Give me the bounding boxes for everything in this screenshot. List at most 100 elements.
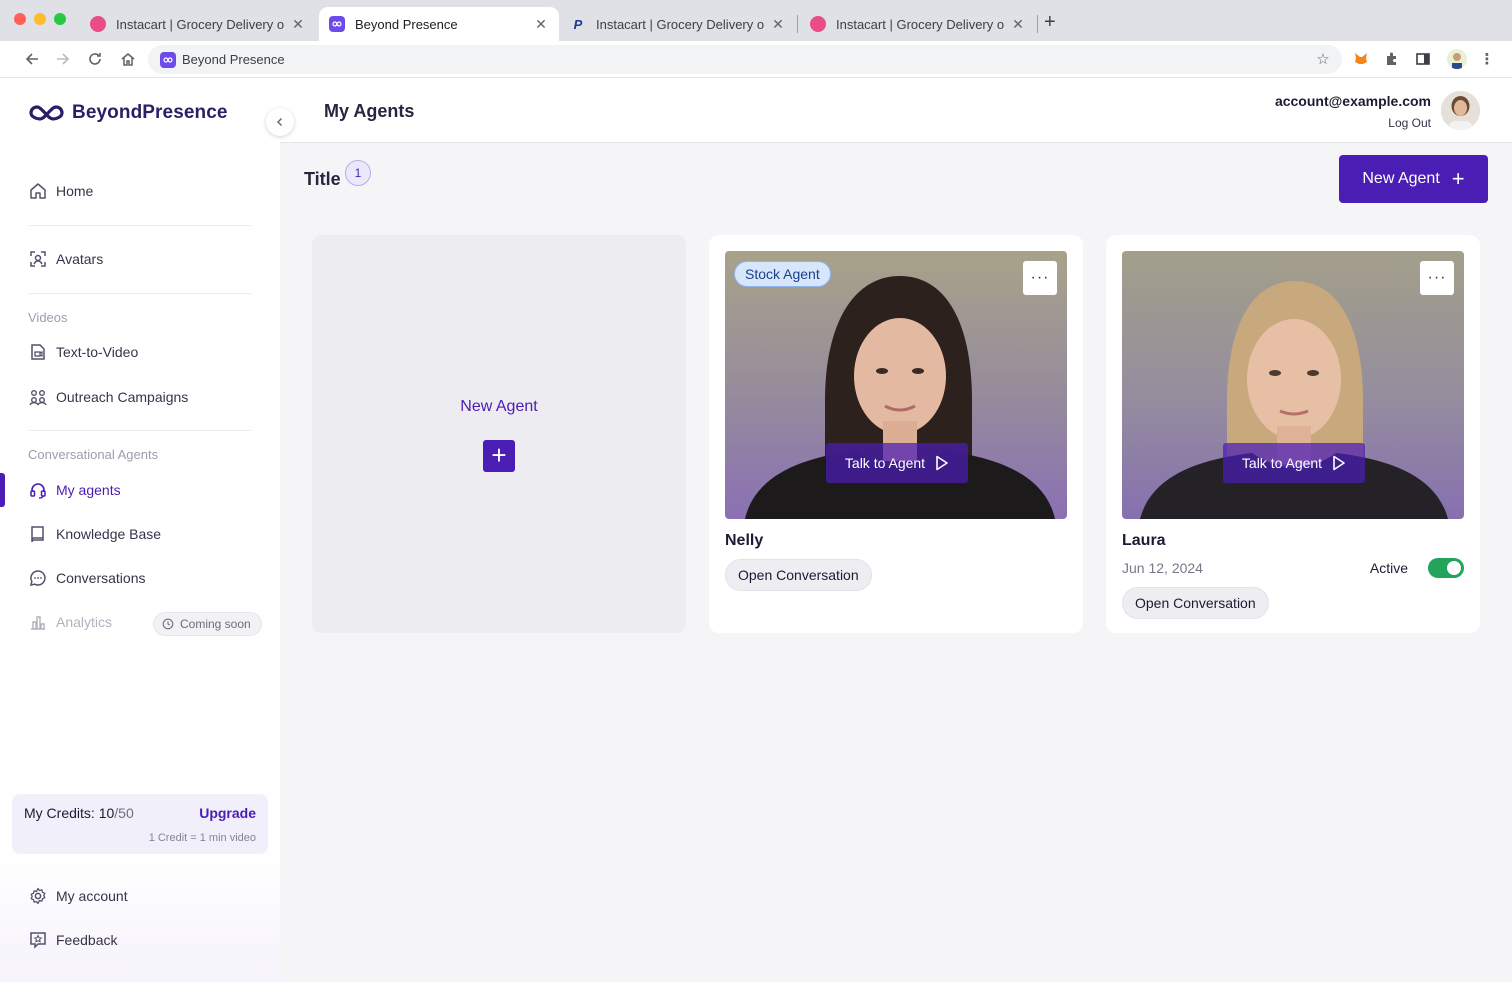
sidebar-item-my-account[interactable]: My account xyxy=(28,884,128,908)
section-label-conversational-agents: Conversational Agents xyxy=(28,447,159,462)
infinity-logo-icon xyxy=(29,105,64,121)
sidebar-item-conversations[interactable]: Conversations xyxy=(28,566,146,590)
extensions-puzzle-icon[interactable] xyxy=(1382,49,1402,69)
window-zoom-button[interactable] xyxy=(54,13,66,25)
open-conversation-button[interactable]: Open Conversation xyxy=(725,559,872,591)
new-agent-button[interactable]: New Agent + xyxy=(1339,155,1488,203)
sidebar-item-feedback[interactable]: Feedback xyxy=(28,928,117,952)
new-agent-button-label: New Agent xyxy=(1362,170,1440,187)
tab-title: Beyond Presence xyxy=(355,16,458,32)
window-close-button[interactable] xyxy=(14,13,26,25)
brand-logo[interactable]: BeyondPresence xyxy=(28,102,228,124)
upgrade-link[interactable]: Upgrade xyxy=(199,805,256,821)
sidebar-divider xyxy=(28,225,252,226)
tab-separator xyxy=(797,15,798,33)
sidebar-item-label: My agents xyxy=(56,482,121,498)
agent-created-date: Jun 12, 2024 xyxy=(1122,560,1203,576)
collapse-sidebar-button[interactable] xyxy=(266,108,294,136)
bookmark-star-icon[interactable]: ☆ xyxy=(1313,49,1333,69)
metamask-extension-icon[interactable] xyxy=(1351,49,1371,69)
sidebar-item-knowledge-base[interactable]: Knowledge Base xyxy=(28,522,161,546)
coming-soon-badge: Coming soon xyxy=(153,612,262,636)
status-label: Active xyxy=(1369,560,1408,576)
more-options-button[interactable]: ··· xyxy=(1420,261,1454,295)
side-panel-icon[interactable] xyxy=(1413,49,1433,69)
page-title: My Agents xyxy=(324,101,415,121)
home-icon[interactable] xyxy=(119,50,137,68)
active-indicator xyxy=(0,473,5,507)
sidebar-item-avatars[interactable]: Avatars xyxy=(28,247,103,271)
sidebar-item-label: Home xyxy=(56,183,94,199)
feedback-star-icon xyxy=(28,930,48,950)
sidebar-item-label: Knowledge Base xyxy=(56,526,162,542)
plus-icon: + xyxy=(1451,166,1465,191)
agent-video-thumbnail[interactable]: Stock Agent ··· Talk to Agent xyxy=(725,251,1067,519)
talk-to-agent-button[interactable]: Talk to Agent xyxy=(826,443,968,483)
active-toggle[interactable] xyxy=(1428,558,1464,578)
browser-tab[interactable]: Instacart | Grocery Delivery or ✕ xyxy=(80,7,316,41)
browser-menu-icon[interactable]: ⋮ xyxy=(1477,49,1497,69)
logout-link[interactable]: Log Out xyxy=(1388,116,1431,130)
page-header: My Agents account@example.com Log Out xyxy=(280,78,1512,143)
headset-icon xyxy=(28,480,48,500)
stock-agent-tag: Stock Agent xyxy=(734,261,831,287)
tab-close-icon[interactable]: ✕ xyxy=(533,16,549,33)
browser-tab[interactable]: P Instacart | Grocery Delivery or ✕ xyxy=(560,7,796,41)
talk-to-agent-button[interactable]: Talk to Agent xyxy=(1223,443,1365,483)
sidebar-item-label: Avatars xyxy=(56,251,104,267)
play-icon xyxy=(1333,455,1345,471)
sidebar-item-label: My account xyxy=(56,888,128,904)
browser-toolbar: Beyond Presence ☆ ⋮ xyxy=(0,41,1512,78)
sidebar-item-my-agents[interactable]: My agents xyxy=(28,478,121,502)
more-options-button[interactable]: ··· xyxy=(1023,261,1057,295)
sidebar-divider xyxy=(28,293,252,294)
paypal-icon: P xyxy=(573,16,583,32)
tab-close-icon[interactable]: ✕ xyxy=(770,16,786,33)
account-email: account@example.com xyxy=(1274,93,1431,109)
agent-name: Laura xyxy=(1122,532,1166,549)
credits-note: 1 Credit = 1 min video xyxy=(148,832,256,844)
browser-tab-active[interactable]: Beyond Presence ✕ xyxy=(319,7,559,41)
avatar[interactable] xyxy=(1441,91,1480,130)
address-bar[interactable]: Beyond Presence xyxy=(148,45,1342,74)
plus-icon[interactable]: + xyxy=(483,440,515,472)
agent-card: Stock Agent ··· Talk to Agent Nelly Open… xyxy=(709,235,1083,633)
sidebar-item-label: Analytics xyxy=(56,614,113,630)
window-minimize-button[interactable] xyxy=(34,13,46,25)
section-title: Title xyxy=(304,169,341,189)
tab-close-icon[interactable]: ✕ xyxy=(1010,16,1026,33)
play-icon xyxy=(936,455,948,471)
tab-title: Instacart | Grocery Delivery or xyxy=(836,16,1004,32)
agent-video-thumbnail[interactable]: ··· Talk to Agent xyxy=(1122,251,1464,519)
reload-icon[interactable] xyxy=(86,50,104,68)
sidebar-item-label: Conversations xyxy=(56,570,146,586)
new-tab-button[interactable]: + xyxy=(1044,12,1056,32)
beyond-presence-favicon xyxy=(160,51,176,68)
toggle-knob xyxy=(1447,561,1461,575)
new-agent-card[interactable]: New Agent + xyxy=(312,235,686,633)
forward-arrow-icon[interactable] xyxy=(54,50,72,68)
open-conversation-button[interactable]: Open Conversation xyxy=(1122,587,1269,619)
people-group-icon xyxy=(28,387,48,407)
section-label-videos: Videos xyxy=(28,310,68,325)
credits-total: /50 xyxy=(114,805,134,821)
back-arrow-icon[interactable] xyxy=(23,50,41,68)
coming-soon-label: Coming soon xyxy=(180,617,251,631)
bar-chart-icon xyxy=(28,612,48,632)
credits-panel: My Credits: 10/50 Upgrade 1 Credit = 1 m… xyxy=(12,794,268,854)
sidebar-item-label: Text-to-Video xyxy=(56,344,139,360)
face-scan-icon xyxy=(28,249,48,269)
credits-label-text: My Credits: xyxy=(24,805,99,821)
browser-tab[interactable]: Instacart | Grocery Delivery or ✕ xyxy=(800,7,1036,41)
sidebar-item-home[interactable]: Home xyxy=(28,179,93,203)
profile-avatar-icon[interactable] xyxy=(1447,49,1467,69)
sidebar-item-text-to-video[interactable]: Text-to-Video xyxy=(28,340,138,364)
tab-close-icon[interactable]: ✕ xyxy=(290,16,306,33)
chevron-left-icon xyxy=(276,117,283,127)
clock-icon xyxy=(162,618,174,630)
home-icon xyxy=(28,181,48,201)
sidebar-item-outreach-campaigns[interactable]: Outreach Campaigns xyxy=(28,385,188,409)
book-icon xyxy=(28,524,48,544)
address-text: Beyond Presence xyxy=(182,52,285,67)
beyond-presence-favicon xyxy=(329,16,345,32)
